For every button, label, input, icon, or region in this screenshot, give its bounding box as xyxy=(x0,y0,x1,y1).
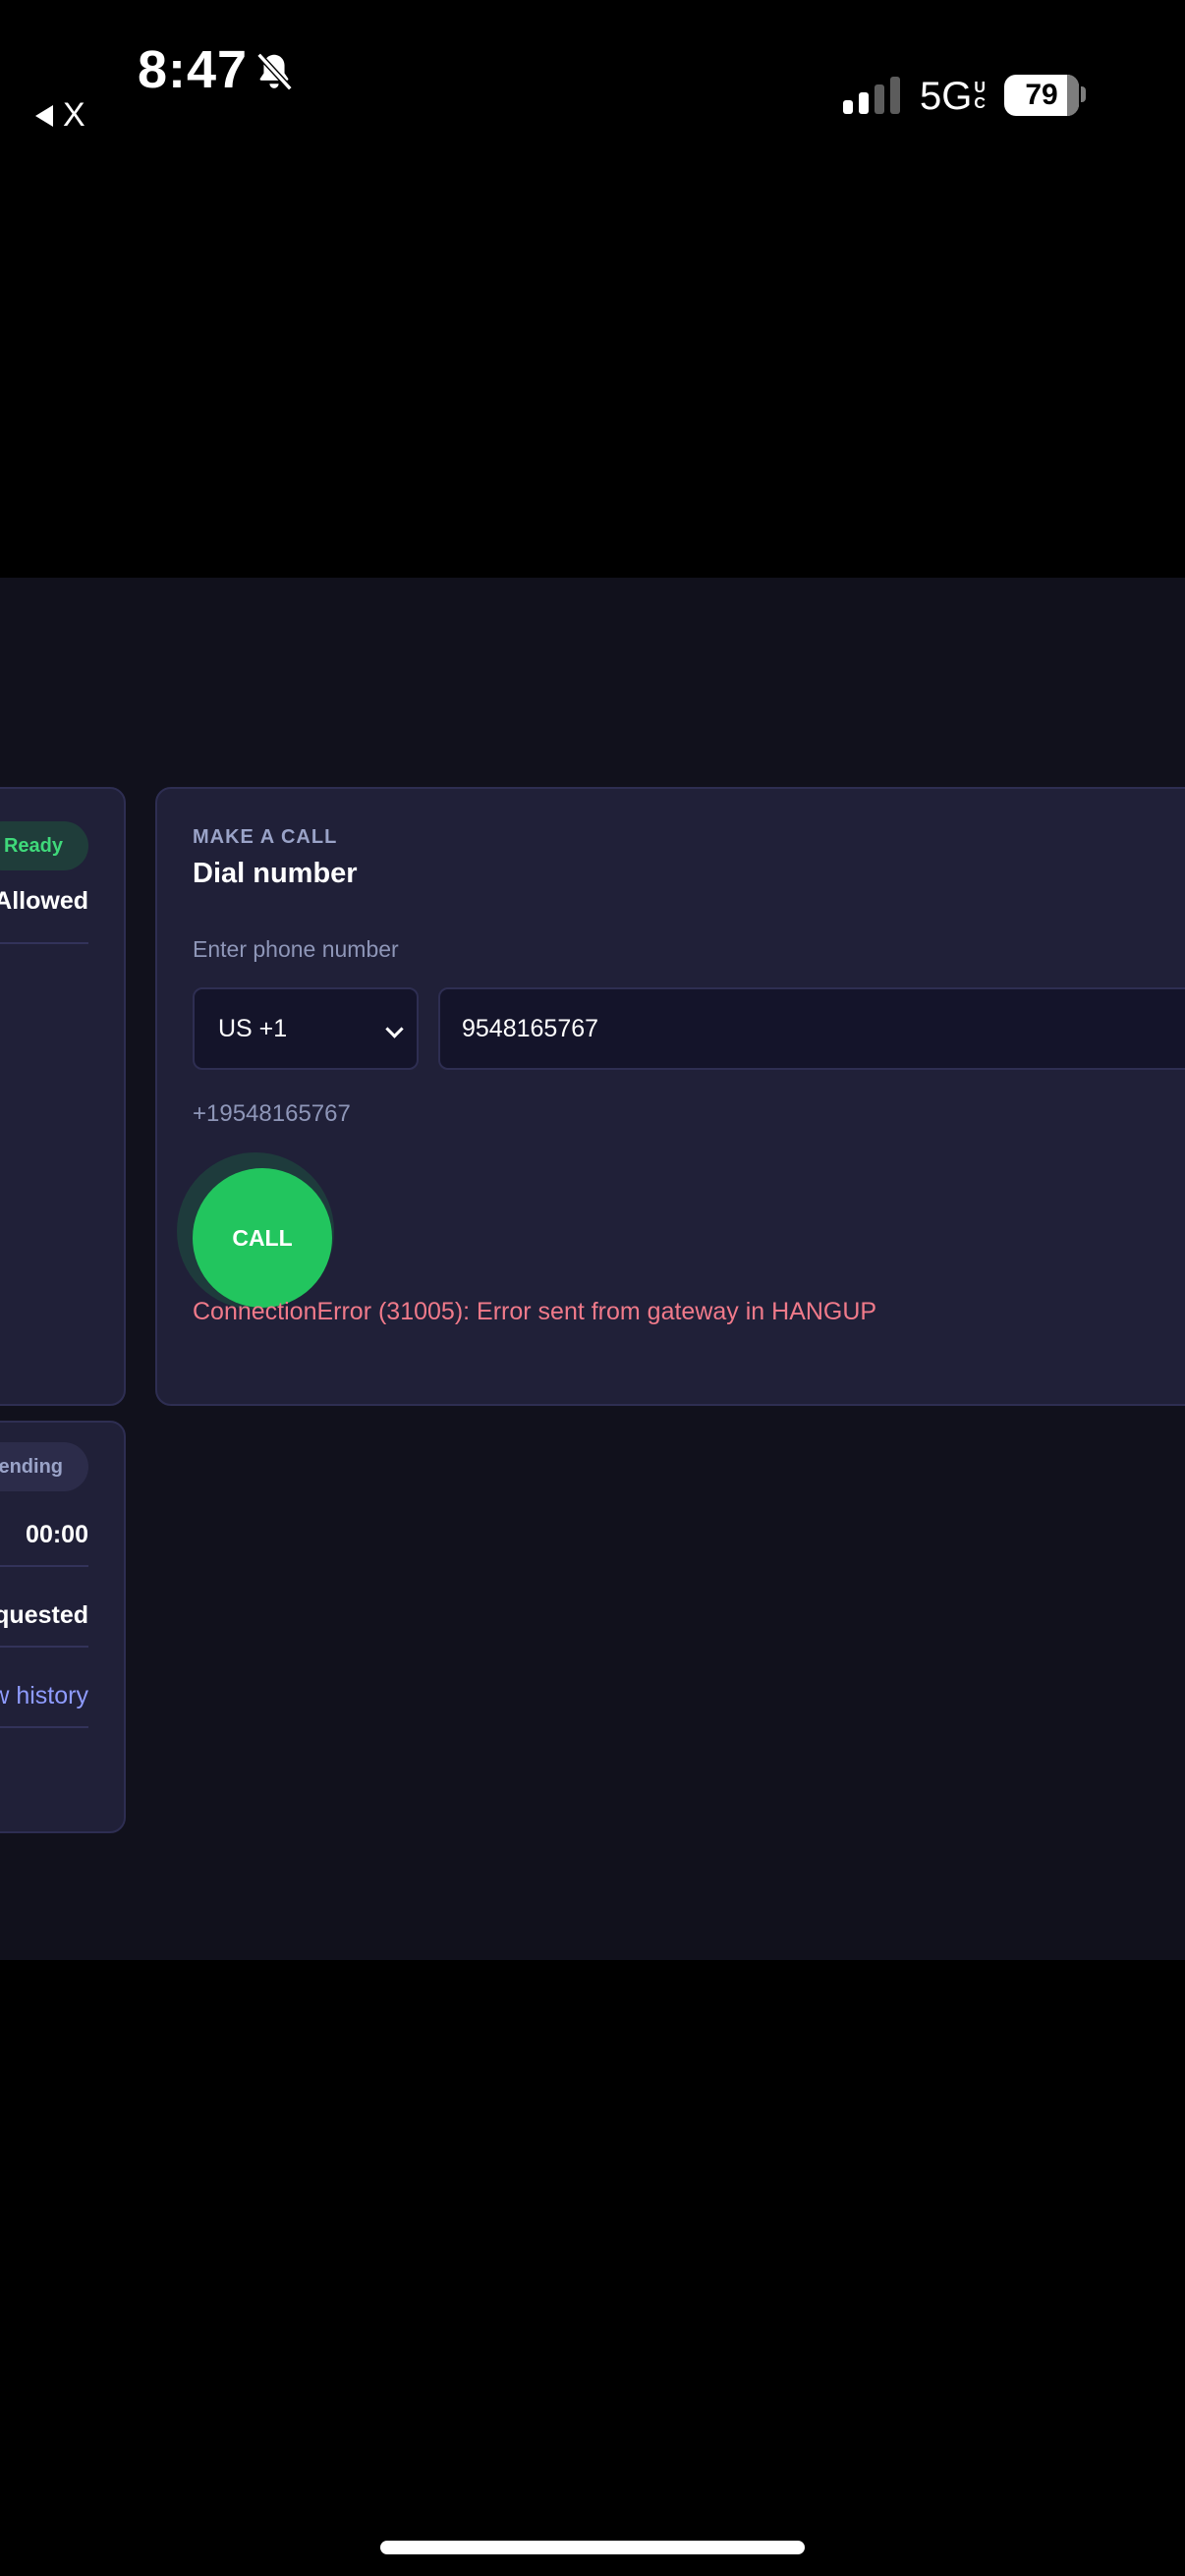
call-button[interactable]: CALL xyxy=(193,1168,332,1308)
call-state-value: Requested xyxy=(0,1601,88,1629)
formatted-number: +19548165767 xyxy=(193,1100,351,1127)
network-type: 5G UC xyxy=(920,75,986,118)
back-triangle-icon xyxy=(35,104,53,127)
home-indicator[interactable] xyxy=(380,2541,805,2554)
divider xyxy=(0,1646,88,1648)
section-eyebrow: MAKE A CALL xyxy=(193,826,338,848)
bell-slash-icon xyxy=(256,52,293,91)
chevron-down-icon xyxy=(385,1020,404,1038)
make-call-card: MAKE A CALL Dial number Enter phone numb… xyxy=(155,787,1185,1406)
device-status-card: Ready Allowed xyxy=(0,787,126,1406)
country-code-value: US +1 xyxy=(218,1014,288,1042)
country-code-select[interactable]: US +1 xyxy=(193,987,419,1070)
card-title: Dial number xyxy=(193,858,358,889)
battery-percent: 79 xyxy=(1025,79,1058,111)
error-message: ConnectionError (31005): Error sent from… xyxy=(193,1298,877,1325)
back-app-label: X xyxy=(63,96,85,134)
battery-icon: 79 xyxy=(1004,75,1079,116)
permission-value: Allowed xyxy=(0,887,88,915)
call-status-badge: Pending xyxy=(0,1442,88,1491)
back-to-app-button[interactable]: X xyxy=(35,96,85,135)
divider xyxy=(0,1726,88,1728)
battery-nub xyxy=(1081,86,1086,102)
phone-field-label: Enter phone number xyxy=(193,936,399,962)
web-content: Ready Allowed Pending 00:00 Requested Vi… xyxy=(0,578,1185,1960)
phone-number-input[interactable] xyxy=(438,987,1185,1070)
cellular-signal-icon xyxy=(843,75,902,114)
status-badge: Ready xyxy=(0,821,88,870)
call-timer: 00:00 xyxy=(26,1521,88,1548)
call-status-card: Pending 00:00 Requested View history xyxy=(0,1421,126,1833)
status-time: 8:47 xyxy=(138,40,249,99)
divider xyxy=(0,1565,88,1567)
view-history-link[interactable]: View history xyxy=(0,1682,88,1710)
divider xyxy=(0,942,88,944)
